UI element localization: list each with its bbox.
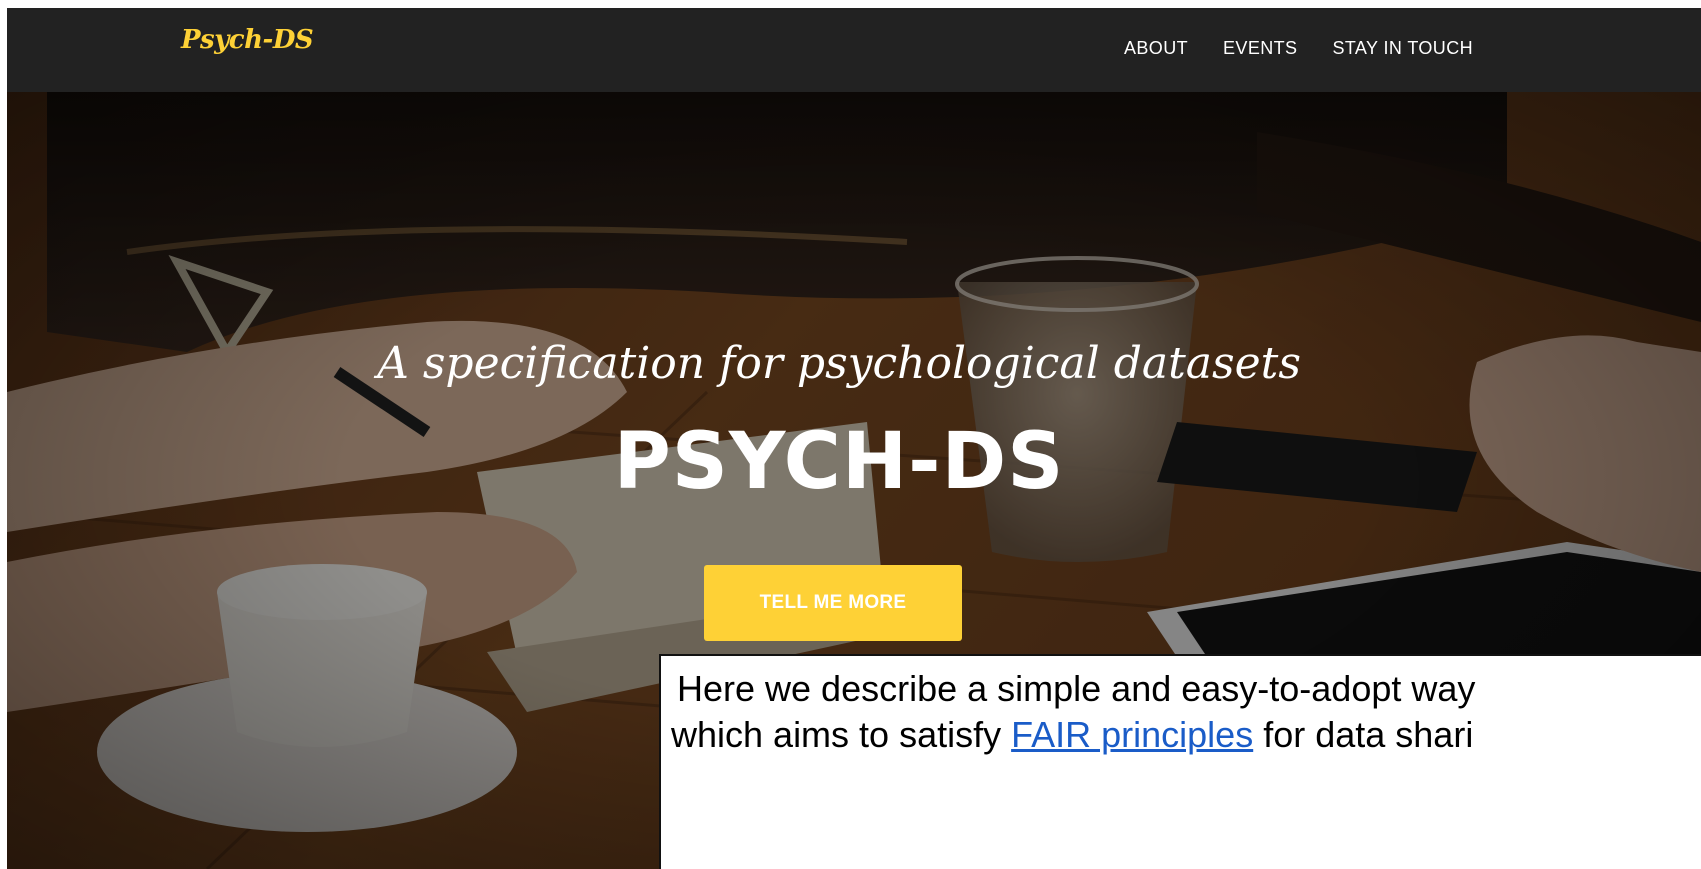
- callout-line-2-before: which aims to satisfy: [671, 714, 1012, 755]
- nav-link-about[interactable]: ABOUT: [1124, 38, 1188, 59]
- hero-title: PSYCH-DS: [613, 417, 1065, 507]
- nav-link-stay-in-touch[interactable]: STAY IN TOUCH: [1332, 38, 1473, 59]
- callout-line-2-after: for data shari: [1253, 714, 1474, 755]
- fair-principles-link[interactable]: FAIR principles: [1011, 714, 1253, 755]
- brand-logo-link[interactable]: Psych-DS: [181, 25, 314, 55]
- nav-links: ABOUT EVENTS STAY IN TOUCH: [1124, 38, 1508, 59]
- description-callout-box: Here we describe a simple and easy-to-ad…: [659, 654, 1701, 869]
- callout-line-1: Here we describe a simple and easy-to-ad…: [677, 668, 1476, 709]
- page: Psych-DS ABOUT EVENTS STAY IN TOUCH A sp…: [7, 8, 1701, 869]
- nav-link-events[interactable]: EVENTS: [1223, 38, 1297, 59]
- hero-subtitle: A specification for psychological datase…: [377, 338, 1301, 389]
- screenshot-stage: Psych-DS ABOUT EVENTS STAY IN TOUCH A sp…: [0, 0, 1701, 869]
- top-navbar: Psych-DS ABOUT EVENTS STAY IN TOUCH: [7, 8, 1701, 92]
- callout-line-2: which aims to satisfy FAIR principles fo…: [671, 712, 1701, 758]
- tell-me-more-button[interactable]: TELL ME MORE: [704, 565, 962, 641]
